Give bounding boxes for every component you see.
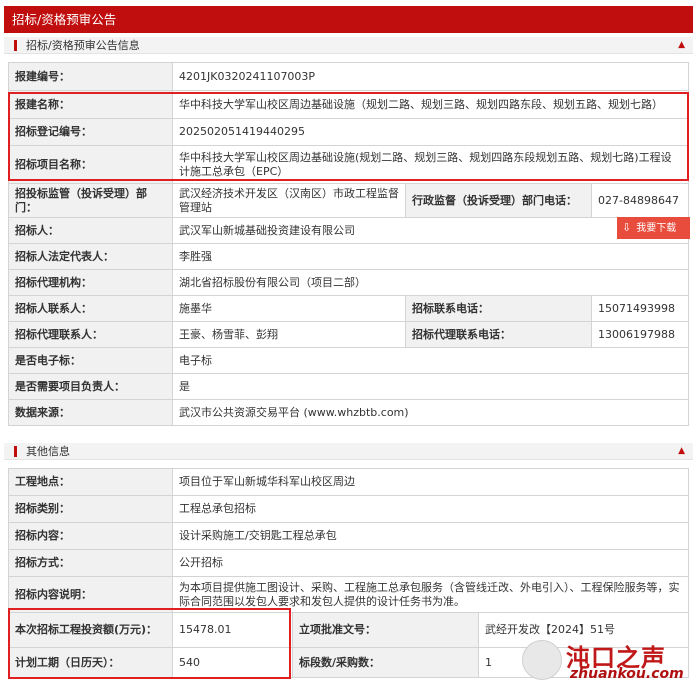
download-label: 我要下载: [636, 223, 677, 234]
row-label: 是否电子标：: [8, 347, 173, 374]
row-label: 招标内容说明：: [8, 576, 173, 613]
table-row: 招标人联系人： 施墨华 招标联系电话： 15071493998: [8, 295, 690, 322]
section-marker: [14, 446, 17, 457]
row-label: 是否需要项目负责人：: [8, 373, 173, 400]
row-value: 为本项目提供施工图设计、采购、工程施工总承包服务（含管线迁改、外电引入）、工程保…: [172, 576, 689, 613]
row-value: 202502051419440295: [171, 118, 690, 146]
table-row: 是否需要项目负责人：是: [8, 373, 690, 400]
row-value: 540: [172, 647, 293, 678]
row-label: 招标代理联系电话：: [405, 321, 592, 348]
row-label: 招标项目名称：: [8, 145, 173, 184]
row-value: 武汉经济技术开发区（汉南区）市政工程监督管理站: [172, 183, 406, 218]
download-button[interactable]: ⇩ 我要下载: [617, 217, 690, 239]
table-row: 招标类别： 工程总承包招标: [8, 495, 689, 523]
row-label: 招标登记编号：: [8, 118, 173, 146]
table-row: 招投标监管（投诉受理）部门： 武汉经济技术开发区（汉南区）市政工程监督管理站 行政监…: [8, 183, 690, 218]
row-label: 本次招标工程投资额(万元)：: [8, 612, 173, 648]
row-value: 王豪、杨雪菲、彭翔: [172, 321, 406, 348]
table-row: 招标内容说明： 为本项目提供施工图设计、采购、工程施工总承包服务（含管线迁改、外电…: [8, 576, 689, 613]
table-row: 招标项目名称： 华中科技大学军山校区周边基础设施(规划二路、规划三路、规划四路东段…: [8, 145, 690, 184]
row-label: 招标联系电话：: [405, 295, 592, 322]
row-value: 15478.01: [172, 612, 293, 648]
collapse-arrow-icon[interactable]: ▲: [678, 443, 685, 460]
row-label: 招标人法定代表人：: [8, 243, 173, 270]
table-row: 数据来源： 武汉市公共资源交易平台 (www.whzbtb.com): [8, 399, 690, 426]
table-row: 报建编号： 4201JK0320241107003P: [8, 62, 690, 91]
row-label: 报建编号：: [8, 62, 173, 91]
row-value: 公开招标: [172, 549, 689, 577]
table-row: 招标人： 武汉军山新城基础投资建设有限公司: [8, 217, 690, 244]
row-label: 招投标监管（投诉受理）部门：: [8, 183, 173, 218]
section-title: 招标/资格预审公告信息: [26, 39, 140, 52]
collapse-arrow-icon[interactable]: ▲: [678, 37, 685, 54]
row-value: 4201JK0320241107003P: [171, 62, 690, 91]
row-value: 施墨华: [172, 295, 406, 322]
row-value: 华中科技大学军山校区周边基础设施（规划二路、规划三路、规划四路东段、规划五路、规…: [171, 90, 690, 119]
row-label: 立项批准文号：: [292, 612, 479, 648]
table-row: 报建名称： 华中科技大学军山校区周边基础设施（规划二路、规划三路、规划四路东段、规…: [8, 90, 690, 119]
row-label: 招标代理联系人：: [8, 321, 173, 348]
table-row: 工程地点： 项目位于军山新城华科军山校区周边: [8, 468, 689, 496]
row-label: 招标代理机构：: [8, 269, 173, 296]
row-label: 行政监督（投诉受理）部门电话：: [405, 183, 592, 218]
row-label: 招标类别：: [8, 495, 173, 523]
section-header-other: 其他信息 ▲: [4, 443, 693, 460]
table-row: 招标人法定代表人： 李胜强: [8, 243, 690, 270]
row-label: 工程地点：: [8, 468, 173, 496]
row-value: 项目位于军山新城华科军山校区周边: [172, 468, 689, 496]
watermark-url: zhuankou.com: [570, 666, 684, 682]
row-value: 湖北省招标股份有限公司（项目二部）: [171, 269, 690, 296]
row-value: 设计采购施工/交钥匙工程总承包: [172, 522, 689, 550]
row-value: 李胜强: [171, 243, 690, 270]
row-label: 数据来源：: [8, 399, 173, 426]
watermark: 沌口之声 zhuankou.com: [522, 636, 694, 684]
row-label: 招标方式：: [8, 549, 173, 577]
row-value[interactable]: 武汉市公共资源交易平台 (www.whzbtb.com): [179, 406, 409, 419]
row-label: 标段数/采购数：: [292, 647, 479, 678]
row-label: 招标人：: [8, 217, 173, 244]
row-label: 招标内容：: [8, 522, 173, 550]
data-source-link[interactable]: 武汉市公共资源交易平台 (www.whzbtb.com): [171, 399, 690, 426]
row-value: 15071493998: [590, 295, 690, 322]
row-value: 华中科技大学军山校区周边基础设施(规划二路、规划三路、规划四路东段规划五路、规划…: [171, 145, 690, 184]
watermark-emblem-icon: [522, 640, 562, 680]
table-row: 招标登记编号： 202502051419440295: [8, 118, 690, 146]
page-title-bar: 招标/资格预审公告: [4, 6, 693, 33]
download-icon: ⇩: [622, 221, 632, 234]
table-row: 招标方式： 公开招标: [8, 549, 689, 577]
section-header-announcement: 招标/资格预审公告信息 ▲: [4, 37, 693, 54]
row-value: 电子标: [171, 347, 690, 374]
section-marker: [14, 40, 17, 51]
row-value: 027-84898647: [590, 183, 690, 218]
table-row: 是否电子标： 电子标: [8, 347, 690, 374]
announcement-table: 报建编号： 4201JK0320241107003P 报建名称： 华中科技大学军山校…: [8, 62, 690, 426]
row-label: 计划工期（日历天）：: [8, 647, 173, 678]
row-value: 13006197988: [590, 321, 690, 348]
page-title: 招标/资格预审公告: [12, 12, 117, 27]
section-title: 其他信息: [26, 445, 70, 458]
table-row: 招标代理联系人： 王豪、杨雪菲、彭翔 招标代理联系电话： 13006197988: [8, 321, 690, 348]
table-row: 招标内容： 设计采购施工/交钥匙工程总承包: [8, 522, 689, 550]
row-label: 报建名称：: [8, 90, 173, 119]
row-value: 工程总承包招标: [172, 495, 689, 523]
row-value: 武汉军山新城基础投资建设有限公司: [171, 217, 690, 244]
row-value: 是: [171, 373, 690, 400]
row-label: 招标人联系人：: [8, 295, 173, 322]
table-row: 招标代理机构： 湖北省招标股份有限公司（项目二部）: [8, 269, 690, 296]
